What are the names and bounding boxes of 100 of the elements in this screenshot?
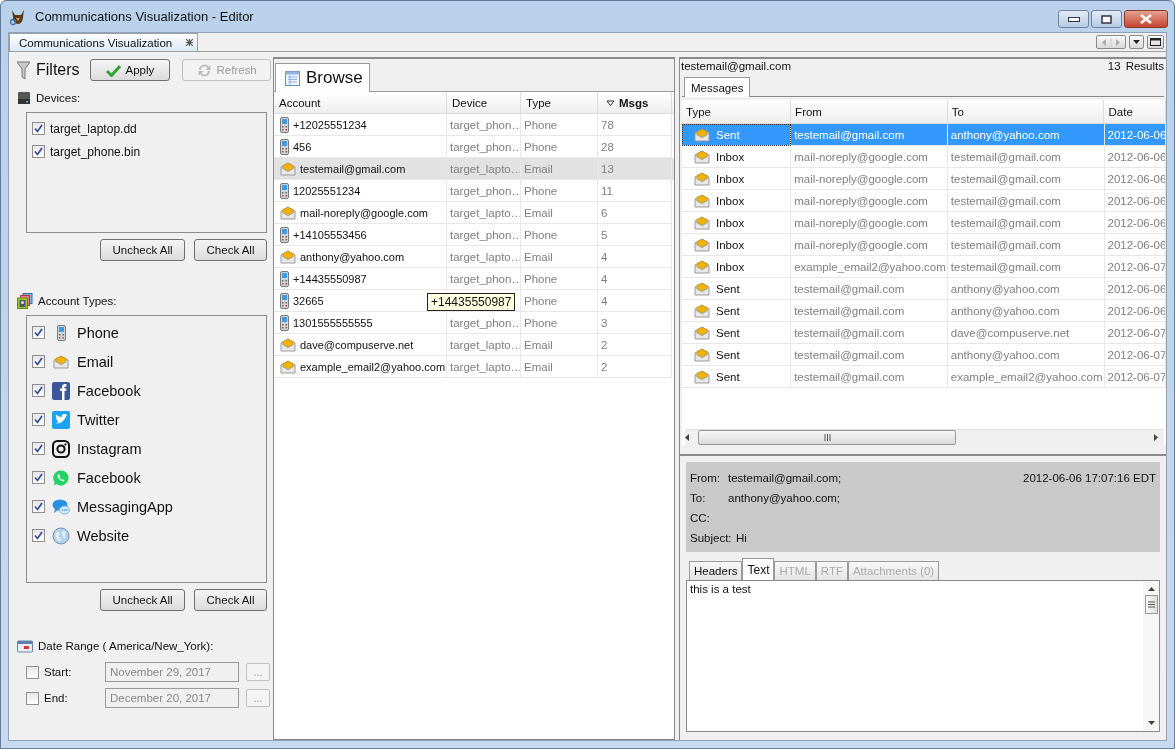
checkbox[interactable] bbox=[32, 326, 45, 339]
checkbox[interactable] bbox=[32, 442, 45, 455]
restore-button[interactable] bbox=[1147, 35, 1164, 49]
check-all-button[interactable]: Check All bbox=[194, 239, 267, 261]
table-row[interactable]: Inbox mail-noreply@google.com testemail@gmail.com 2012-06-06 bbox=[682, 168, 1166, 190]
table-cell: 78 bbox=[601, 118, 614, 131]
table-cell: testemail@gmail.com bbox=[794, 282, 905, 295]
message-type: Inbox bbox=[716, 194, 745, 207]
checkbox[interactable] bbox=[32, 145, 45, 158]
mobile-phone-icon bbox=[56, 324, 66, 341]
uncheck-all-button[interactable]: Uncheck All bbox=[100, 589, 185, 611]
envelope-icon bbox=[280, 359, 296, 374]
chat-bubbles-icon bbox=[52, 497, 70, 516]
account-name: testemail@gmail.com bbox=[300, 162, 406, 175]
table-row[interactable]: Inbox mail-noreply@google.com testemail@gmail.com 2012-06-06 bbox=[682, 212, 1166, 234]
column-header[interactable]: From bbox=[791, 100, 948, 123]
column-header[interactable]: Type bbox=[521, 92, 598, 113]
sort-down-icon bbox=[606, 99, 615, 106]
table-row[interactable]: Inbox mail-noreply@google.com testemail@gmail.com 2012-06-06 bbox=[682, 190, 1166, 212]
checkbox[interactable] bbox=[32, 529, 45, 542]
message-type: Inbox bbox=[716, 150, 745, 163]
column-header[interactable]: Date bbox=[1104, 100, 1166, 123]
table-row[interactable]: +12025551234 target_phon…Phone 78 bbox=[274, 114, 674, 136]
checkbox[interactable] bbox=[32, 471, 45, 484]
checkbox[interactable] bbox=[32, 355, 45, 368]
table-row[interactable]: Sent testemail@gmail.com dave@compuserve.net 2012-06-07 bbox=[682, 322, 1166, 344]
table-row[interactable]: example_email2@yahoo.com target_lapto…Email 2 bbox=[274, 356, 674, 378]
table-row[interactable]: anthony@yahoo.com target_lapto…Email 4 bbox=[274, 246, 674, 268]
results-label: Results bbox=[1125, 60, 1164, 72]
table-row[interactable]: Inbox mail-noreply@google.com testemail@gmail.com 2012-06-06 bbox=[682, 234, 1166, 256]
account-type-label: Email bbox=[77, 353, 114, 370]
table-cell: testemail@gmail.com bbox=[950, 172, 1061, 185]
mobile-phone-icon bbox=[280, 292, 289, 309]
hard-drive-icon bbox=[17, 91, 31, 105]
result-count: 13 bbox=[1107, 60, 1121, 72]
maximize-button[interactable] bbox=[1091, 10, 1122, 28]
check-all-button[interactable]: Check All bbox=[194, 589, 267, 611]
date-label: End: bbox=[44, 692, 69, 704]
message-type: Inbox bbox=[716, 172, 745, 185]
account-type-label: Facebook bbox=[77, 382, 141, 399]
checkbox[interactable] bbox=[32, 413, 45, 426]
column-header[interactable]: Account bbox=[274, 92, 447, 113]
field-label: Subject: bbox=[690, 532, 733, 544]
table-cell: 2012-06-06 bbox=[1107, 238, 1165, 251]
table-row[interactable]: dave@compuserve.net target_lapto…Email 2 bbox=[274, 334, 674, 356]
account-name: 32665 bbox=[293, 294, 324, 307]
table-row[interactable]: Sent testemail@gmail.com anthony@yahoo.com 2012-06-07 bbox=[682, 344, 1166, 366]
table-row[interactable]: +14435550987 target_phon…Phone 4 bbox=[274, 268, 674, 290]
table-cell: Phone bbox=[524, 316, 558, 329]
table-cell: 2 bbox=[601, 360, 608, 373]
tab[interactable]: Text bbox=[742, 558, 775, 580]
bird-icon bbox=[52, 410, 70, 429]
vertical-scrollbar[interactable] bbox=[1143, 581, 1159, 731]
table-cell: target_phon… bbox=[450, 140, 520, 153]
envelope-icon bbox=[280, 249, 296, 264]
close-button[interactable] bbox=[1124, 10, 1168, 28]
table-row[interactable]: Inbox mail-noreply@google.com testemail@gmail.com 2012-06-06 bbox=[682, 146, 1166, 168]
browse-tab[interactable]: Browse bbox=[275, 63, 370, 92]
envelope-icon bbox=[280, 161, 296, 176]
envelope-icon bbox=[280, 205, 296, 220]
table-row[interactable]: Sent testemail@gmail.com example_email2@yahoo.com 2012-06-07 bbox=[682, 366, 1166, 388]
date-label: Start: bbox=[44, 666, 73, 678]
table-row[interactable]: mail-noreply@google.com target_lapto…Email 6 bbox=[274, 202, 674, 224]
message-body: this is a test bbox=[689, 582, 752, 597]
apply-button[interactable]: Apply bbox=[89, 59, 171, 81]
column-header[interactable]: Msgs bbox=[598, 92, 672, 113]
envelope-icon bbox=[694, 347, 710, 362]
table-row[interactable]: +14105553456 target_phon…Phone 5 bbox=[274, 224, 674, 246]
table-row[interactable]: Sent testemail@gmail.com anthony@yahoo.com 2012-06-06 bbox=[682, 278, 1166, 300]
account-type-label: Instagram bbox=[77, 440, 142, 457]
horizontal-scrollbar[interactable] bbox=[685, 429, 1164, 445]
table-cell: testemail@gmail.com bbox=[794, 304, 905, 317]
tab[interactable]: Headers bbox=[689, 561, 743, 580]
checkbox[interactable] bbox=[32, 122, 45, 135]
column-header[interactable]: Device bbox=[447, 92, 521, 113]
minimize-button[interactable] bbox=[1058, 10, 1089, 28]
message-type: Sent bbox=[716, 282, 740, 295]
column-header[interactable]: To bbox=[947, 100, 1105, 123]
column-header[interactable]: Type bbox=[682, 100, 792, 123]
funnel-icon bbox=[17, 60, 30, 80]
envelope-icon bbox=[694, 303, 710, 318]
document-tab[interactable]: Communications Visualization bbox=[9, 33, 199, 51]
mobile-phone-icon bbox=[280, 270, 289, 287]
table-row[interactable]: Inbox example_email2@yahoo.com testemail@gmail.com 2012-06-07 bbox=[682, 256, 1166, 278]
uncheck-all-button[interactable]: Uncheck All bbox=[100, 239, 185, 261]
table-row[interactable]: testemail@gmail.com target_lapto…Email 13 bbox=[274, 158, 674, 180]
checkbox[interactable] bbox=[32, 384, 45, 397]
tab-list-button[interactable] bbox=[1129, 35, 1144, 49]
checkbox[interactable] bbox=[32, 500, 45, 513]
envelope-icon bbox=[694, 325, 710, 340]
mobile-phone-icon bbox=[280, 138, 289, 155]
table-cell: Phone bbox=[524, 184, 558, 197]
table-cell: 2012-06-06 bbox=[1107, 172, 1165, 185]
table-row[interactable]: 12025551234 target_phon…Phone 11 bbox=[274, 180, 674, 202]
scroll-thumb[interactable] bbox=[698, 430, 956, 445]
table-row[interactable]: 1301555555555 target_phon…Phone 3 bbox=[274, 312, 674, 334]
scroll-thumb[interactable] bbox=[1144, 595, 1158, 614]
messages-tab[interactable]: Messages bbox=[684, 77, 751, 97]
table-cell: 2012-06-06 bbox=[1107, 282, 1165, 295]
table-row[interactable]: Sent testemail@gmail.com anthony@yahoo.com 2012-06-06 bbox=[682, 300, 1166, 322]
